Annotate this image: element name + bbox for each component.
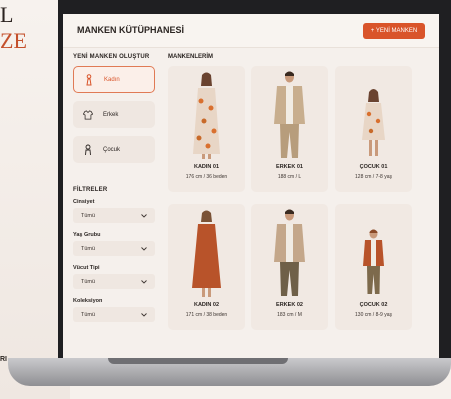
card-name: ERKEK 01 xyxy=(276,164,303,170)
card-measurements: 176 cm / 36 beden xyxy=(185,174,228,180)
mannequin-card[interactable]: KADIN 02 171 cm / 38 beden xyxy=(168,204,245,330)
laptop-hinge-notch xyxy=(108,358,288,364)
laptop-screen: MANKEN KÜTÜPHANESİ + YENİ MANKEN YENİ MA… xyxy=(63,14,439,360)
filters-panel: FİLTRELER Cinsiyet Tümü Yaş Grubu Tümü V… xyxy=(73,187,155,331)
filters-title: FİLTRELER xyxy=(73,187,108,193)
child-figure-icon xyxy=(85,144,91,155)
sidebar: YENİ MANKEN OLUŞTUR Kadın Erkek Çocuk xyxy=(73,54,155,171)
top-bar: MANKEN KÜTÜPHANESİ + YENİ MANKEN xyxy=(63,14,439,48)
chevron-down-icon xyxy=(141,213,147,218)
card-measurements: 171 cm / 38 beden xyxy=(185,312,228,318)
card-name: KADIN 02 xyxy=(193,302,220,308)
filter-body-value: Tümü xyxy=(81,278,96,285)
mannequin-man-photo xyxy=(274,209,305,296)
filter-gender-label: Cinsiyet xyxy=(73,199,95,205)
card-name: KADIN 01 xyxy=(193,164,220,170)
chevron-down-icon xyxy=(141,312,147,317)
option-child-label: Çocuk xyxy=(103,146,121,153)
card-measurements: 130 cm / 8-9 yaş xyxy=(355,312,392,318)
create-section-title: YENİ MANKEN OLUŞTUR xyxy=(73,54,150,60)
mannequin-woman-photo xyxy=(193,72,220,159)
card-name: ERKEK 02 xyxy=(276,302,303,308)
app-title: MANKEN KÜTÜPHANESİ xyxy=(77,25,185,35)
mannequin-woman-photo xyxy=(192,210,221,297)
filter-age-label: Yaş Grubu xyxy=(73,232,101,238)
card-name: ÇOCUK 02 xyxy=(359,302,388,308)
option-man-label: Erkek xyxy=(103,111,119,118)
chevron-down-icon xyxy=(141,246,147,251)
mannequin-child-photo xyxy=(362,89,385,156)
background-bottom-text: RI xyxy=(0,356,7,363)
mannequin-card[interactable]: KADIN 01 176 cm / 36 beden xyxy=(168,66,245,192)
new-mannequin-button[interactable]: + YENİ MANKEN xyxy=(363,23,425,39)
background-poster-text: L ZE xyxy=(0,2,27,53)
mannequin-card[interactable]: ÇOCUK 01 128 cm / 7-8 yaş xyxy=(335,66,412,192)
new-mannequin-button-label: + YENİ MANKEN xyxy=(370,28,418,34)
option-man[interactable]: Erkek xyxy=(73,101,155,128)
filter-collection-label: Koleksiyon xyxy=(73,298,103,304)
shirt-icon xyxy=(83,109,93,120)
option-woman[interactable]: Kadın xyxy=(73,66,155,93)
mannequin-card[interactable]: ÇOCUK 02 130 cm / 8-9 yaş xyxy=(335,204,412,330)
mannequin-man-photo xyxy=(274,71,305,158)
filter-body-label: Vücut Tipi xyxy=(73,265,100,271)
chevron-down-icon xyxy=(141,279,147,284)
woman-figure-icon xyxy=(86,73,92,85)
option-child[interactable]: Çocuk xyxy=(73,136,155,163)
card-measurements: 188 cm / L xyxy=(277,174,302,180)
mannequin-card[interactable]: ERKEK 02 183 cm / M xyxy=(251,204,328,330)
card-name: ÇOCUK 01 xyxy=(359,164,388,170)
filter-gender-select[interactable]: Tümü xyxy=(73,208,155,223)
laptop-base xyxy=(8,358,451,386)
filter-age-value: Tümü xyxy=(81,245,96,252)
mannequin-card[interactable]: ERKEK 01 188 cm / L xyxy=(251,66,328,192)
card-measurements: 128 cm / 7-8 yaş xyxy=(355,174,392,180)
filter-collection-value: Tümü xyxy=(81,311,96,318)
filter-age-select[interactable]: Tümü xyxy=(73,241,155,256)
filter-gender-value: Tümü xyxy=(81,212,96,219)
card-measurements: 183 cm / M xyxy=(277,312,302,318)
filter-collection-select[interactable]: Tümü xyxy=(73,307,155,322)
option-woman-label: Kadın xyxy=(104,76,120,83)
my-mannequins-title: MANKENLERİM xyxy=(168,54,213,60)
filter-body-select[interactable]: Tümü xyxy=(73,274,155,289)
mannequin-child-photo xyxy=(363,229,384,294)
